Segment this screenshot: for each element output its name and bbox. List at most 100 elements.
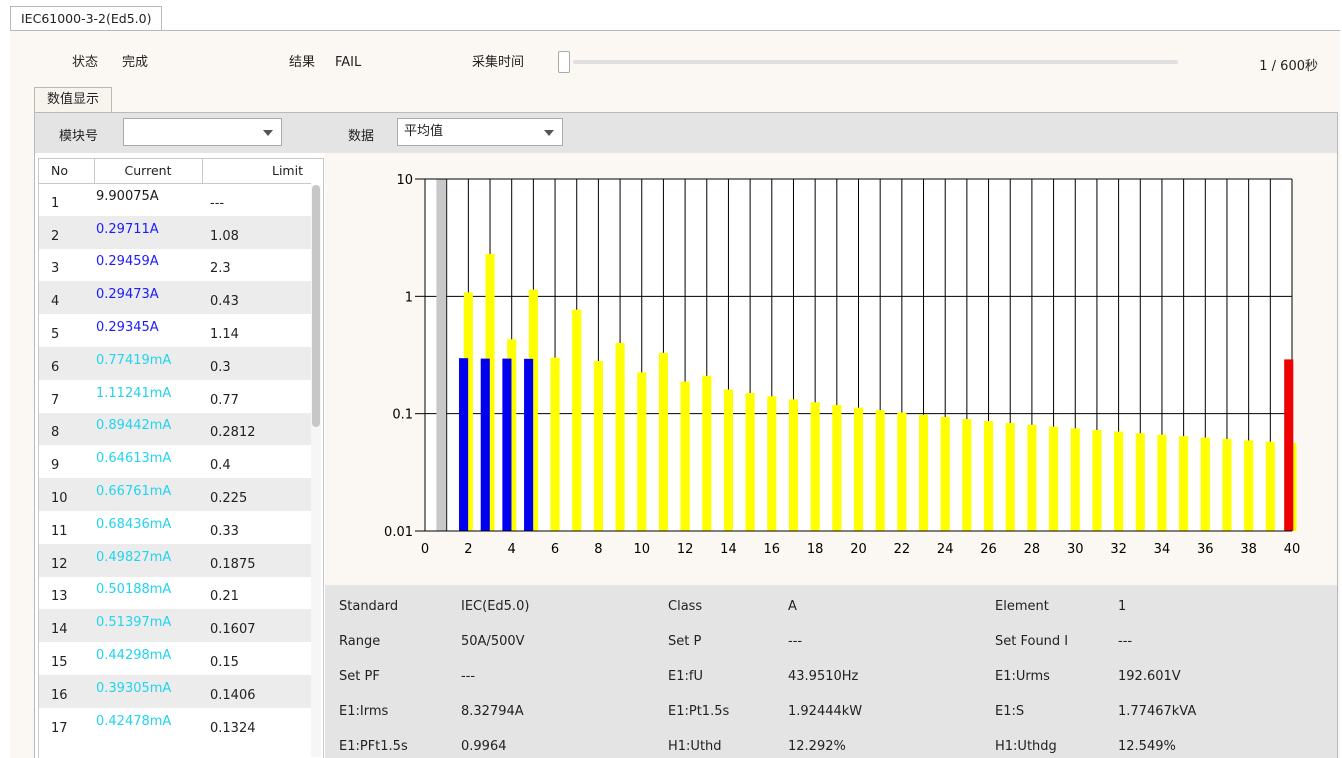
column-header-current[interactable]: Current [94, 159, 203, 184]
cell-limit: 1.08 [202, 215, 311, 249]
x-tick-label: 10 [633, 542, 650, 557]
table-row[interactable]: 13 0.50188mA 0.21 [39, 577, 311, 610]
current-bar [436, 179, 447, 531]
module-select[interactable] [123, 118, 282, 146]
chevron-down-icon [263, 130, 273, 136]
info-label: E1:fU [668, 669, 703, 684]
limit-bar [745, 393, 755, 531]
info-label: Standard [339, 599, 399, 614]
info-value: 8.32794A [461, 704, 524, 719]
limit-bar [1179, 436, 1189, 531]
cell-current: 0.42478mA [96, 713, 172, 729]
cell-current: 0.44298mA [96, 648, 172, 664]
table-row[interactable]: 3 0.29459A 2.3 [39, 249, 311, 282]
x-tick-label: 32 [1110, 542, 1127, 557]
info-value: A [788, 599, 797, 614]
info-label: Set P [668, 634, 702, 649]
limit-bar [853, 407, 864, 531]
table-row[interactable]: 9 0.64613mA 0.4 [39, 445, 311, 478]
limit-bar [918, 414, 929, 531]
cell-current: 0.39305mA [94, 674, 202, 708]
info-value: 1.77467kVA [1118, 704, 1197, 719]
cell-current: 0.49827mA [94, 543, 202, 577]
data-select[interactable]: 平均值 [397, 118, 563, 146]
data-label: 数据 [348, 129, 375, 144]
current-bar [524, 358, 534, 531]
info-value: --- [1118, 634, 1133, 649]
info-value: 50A/500V [461, 634, 525, 649]
cell-no: 8 [39, 412, 94, 446]
current-bar [1284, 359, 1294, 531]
cell-current: 0.50188mA [96, 582, 172, 598]
table-row[interactable]: 16 0.39305mA 0.1406 [39, 674, 311, 708]
table-row[interactable]: 7 1.11241mA 0.77 [39, 380, 311, 413]
info-value: 1.92444kW [788, 704, 863, 719]
table-row[interactable]: 1 9.90075A --- [39, 183, 311, 216]
table-row[interactable]: 2 0.29711A 1.08 [39, 215, 311, 249]
limit-bar [1200, 437, 1210, 531]
info-value: 12.292% [788, 739, 846, 754]
collect-time-count: 1 / 600秒 [1259, 59, 1318, 74]
table-row[interactable]: 4 0.29473A 0.43 [39, 281, 311, 315]
table-row[interactable]: 10 0.66761mA 0.225 [39, 478, 311, 511]
column-header-no[interactable]: No [39, 159, 95, 184]
collect-time-slider-track[interactable] [573, 60, 1178, 64]
cell-no: 11 [51, 523, 68, 539]
cell-limit: 0.1406 [202, 674, 311, 708]
x-tick-label: 2 [464, 542, 472, 557]
limit-bar [1027, 424, 1037, 531]
table-row[interactable]: 12 0.49827mA 0.1875 [39, 543, 311, 577]
harmonic-chart: 1010.10.010 2 4 6 8 10 12 14 16 18 20 22 24 26 28 30 32 3… [384, 173, 1300, 557]
info-label: Set PF [339, 669, 380, 684]
y-tick-label: 10 [396, 173, 413, 188]
cell-current: 9.90075A [96, 189, 159, 205]
info-value: 43.9510Hz [788, 669, 859, 684]
cell-limit: 0.2812 [202, 412, 311, 446]
collect-time-slider-thumb[interactable] [558, 51, 570, 73]
limit-bar [1092, 429, 1102, 531]
cell-limit: 0.77 [210, 392, 239, 408]
table-row[interactable]: 14 0.51397mA 0.1607 [39, 609, 311, 643]
cell-no: 12 [39, 543, 94, 577]
cell-current: 0.66761mA [94, 478, 202, 511]
limit-bar [658, 352, 668, 531]
info-value: 192.601V [1118, 669, 1181, 684]
cell-limit: 0.21 [210, 589, 239, 605]
cell-current: 1.11241mA [96, 385, 172, 401]
table-scrollbar[interactable] [311, 185, 321, 757]
limit-bar [702, 375, 712, 531]
info-label: E1:S [995, 704, 1025, 719]
cell-no: 9 [51, 458, 60, 474]
cell-current: 0.89442mA [94, 412, 202, 446]
table-row[interactable]: 5 0.29345A 1.14 [39, 314, 311, 347]
cell-current: 0.68436mA [96, 516, 172, 532]
table-row[interactable]: 6 0.77419mA 0.3 [39, 346, 311, 380]
cell-current: 0.77419mA [94, 346, 202, 380]
cell-no: 3 [51, 261, 60, 277]
cell-current: 0.64613mA [96, 451, 172, 467]
cell-no: 16 [39, 674, 94, 708]
x-tick-label: 8 [594, 542, 602, 557]
table-scroll-thumb[interactable] [312, 185, 320, 427]
info-label: E1:PFt1.5s [339, 739, 408, 754]
info-value: --- [788, 634, 803, 649]
cell-current: 0.29711A [94, 215, 202, 249]
x-tick-label: 26 [980, 542, 997, 557]
column-header-limit[interactable]: Limit [202, 159, 311, 184]
tab-iec61000[interactable]: IEC61000-3-2(Ed5.0) [10, 6, 163, 30]
table-row[interactable]: 17 0.42478mA 0.1324 [39, 708, 311, 741]
cell-no: 14 [39, 609, 94, 643]
cell-no: 13 [51, 589, 68, 605]
table-row[interactable]: 15 0.44298mA 0.15 [39, 642, 311, 675]
limit-bar [615, 343, 625, 531]
chevron-down-icon [544, 130, 554, 136]
tab-numeric-display[interactable]: 数值显示 [34, 87, 113, 112]
x-tick-label: 24 [937, 542, 954, 557]
table-row[interactable]: 8 0.89442mA 0.2812 [39, 412, 311, 446]
info-value: 12.549% [1118, 739, 1176, 754]
table-row[interactable]: 11 0.68436mA 0.33 [39, 511, 311, 544]
info-label: Range [339, 634, 381, 649]
current-bar [459, 358, 469, 531]
limit-bar [962, 419, 972, 531]
info-label: H1:Uthd [668, 739, 722, 754]
